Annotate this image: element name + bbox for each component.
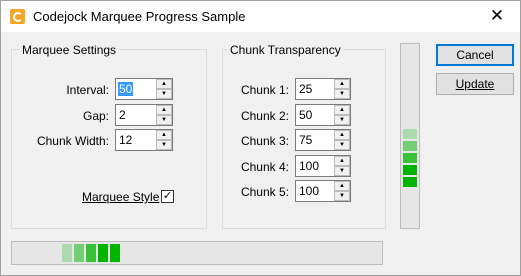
spin-up-icon[interactable]: ▲ — [156, 130, 172, 140]
spin-down-icon[interactable]: ▼ — [334, 140, 350, 150]
spin-up-icon[interactable]: ▲ — [334, 130, 350, 140]
v-progress-chunk — [403, 129, 417, 139]
horizontal-marquee-progress — [11, 241, 383, 265]
spin-up-icon[interactable]: ▲ — [156, 79, 172, 89]
interval-value[interactable]: 50 — [118, 82, 134, 96]
chunk-2-spin-buttons[interactable]: ▲ ▼ — [334, 105, 350, 125]
chunk-3-label: Chunk 3: — [240, 134, 289, 148]
v-progress-chunk — [403, 153, 417, 163]
spin-down-icon[interactable]: ▼ — [156, 115, 172, 125]
spin-down-icon[interactable]: ▼ — [334, 115, 350, 125]
cancel-button[interactable]: Cancel — [436, 44, 514, 66]
h-progress-chunk — [62, 244, 72, 262]
spin-down-icon[interactable]: ▼ — [334, 166, 350, 176]
update-button[interactable]: Update — [436, 73, 514, 95]
chunk-transparency-label: Chunk Transparency — [228, 43, 343, 57]
h-progress-chunk — [98, 244, 108, 262]
spin-down-icon[interactable]: ▼ — [334, 191, 350, 201]
spin-up-icon[interactable]: ▲ — [334, 156, 350, 166]
chunk-4-spin-buttons[interactable]: ▲ ▼ — [334, 156, 350, 176]
gap-value[interactable]: 2 — [119, 108, 126, 122]
chunk-3-spinner[interactable]: 75 ▲ ▼ — [295, 129, 351, 151]
app-icon — [10, 9, 25, 24]
chunk-5-spin-buttons[interactable]: ▲ ▼ — [334, 181, 350, 201]
chunk-width-value[interactable]: 12 — [119, 133, 132, 147]
h-progress-chunk — [86, 244, 96, 262]
dialog-window: Codejock Marquee Progress Sample ✕ Marqu… — [0, 0, 521, 276]
chunk-1-label: Chunk 1: — [240, 83, 289, 97]
chunk-5-value[interactable]: 100 — [299, 184, 319, 198]
chunk-4-value[interactable]: 100 — [299, 159, 319, 173]
chunk-2-label: Chunk 2: — [240, 109, 289, 123]
interval-label: Interval: — [66, 83, 109, 97]
chunk-1-spin-buttons[interactable]: ▲ ▼ — [334, 79, 350, 99]
marquee-style-checkbox[interactable]: ✓ — [161, 190, 174, 203]
chunk-2-spinner[interactable]: 50 ▲ ▼ — [295, 104, 351, 126]
chunk-4-spinner[interactable]: 100 ▲ ▼ — [295, 155, 351, 177]
chunk-3-spin-buttons[interactable]: ▲ ▼ — [334, 130, 350, 150]
h-progress-chunk — [110, 244, 120, 262]
chunk-2-value[interactable]: 50 — [299, 108, 312, 122]
chunk-3-value[interactable]: 75 — [299, 133, 312, 147]
title-bar: Codejock Marquee Progress Sample ✕ — [1, 1, 520, 32]
spin-up-icon[interactable]: ▲ — [156, 105, 172, 115]
chunk-width-spinner[interactable]: 12 ▲ ▼ — [115, 129, 173, 151]
chunk-4-label: Chunk 4: — [240, 160, 289, 174]
spin-down-icon[interactable]: ▼ — [334, 89, 350, 99]
update-button-label: Update — [455, 77, 495, 91]
marquee-settings-label: Marquee Settings — [20, 43, 119, 57]
interval-spinner[interactable]: 50 ▲ ▼ — [115, 78, 173, 100]
marquee-style-label[interactable]: Marquee Style — [82, 190, 159, 204]
v-progress-chunk — [403, 177, 417, 187]
gap-spinner[interactable]: 2 ▲ ▼ — [115, 104, 173, 126]
interval-spin-buttons[interactable]: ▲ ▼ — [156, 79, 172, 99]
chunk-width-spin-buttons[interactable]: ▲ ▼ — [156, 130, 172, 150]
vertical-marquee-progress — [400, 43, 420, 229]
gap-spin-buttons[interactable]: ▲ ▼ — [156, 105, 172, 125]
chunk-1-spinner[interactable]: 25 ▲ ▼ — [295, 78, 351, 100]
chunk-5-spinner[interactable]: 100 ▲ ▼ — [295, 180, 351, 202]
h-progress-chunk — [74, 244, 84, 262]
close-icon[interactable]: ✕ — [474, 1, 520, 32]
spin-up-icon[interactable]: ▲ — [334, 79, 350, 89]
v-progress-chunk — [403, 165, 417, 175]
spin-down-icon[interactable]: ▼ — [156, 140, 172, 150]
spin-up-icon[interactable]: ▲ — [334, 105, 350, 115]
gap-label: Gap: — [82, 109, 109, 123]
spin-down-icon[interactable]: ▼ — [156, 89, 172, 99]
window-title: Codejock Marquee Progress Sample — [33, 9, 246, 24]
v-progress-chunk — [403, 141, 417, 151]
chunk-width-label: Chunk Width: — [36, 134, 109, 148]
chunk-5-label: Chunk 5: — [240, 185, 289, 199]
chunk-1-value[interactable]: 25 — [299, 82, 312, 96]
spin-up-icon[interactable]: ▲ — [334, 181, 350, 191]
